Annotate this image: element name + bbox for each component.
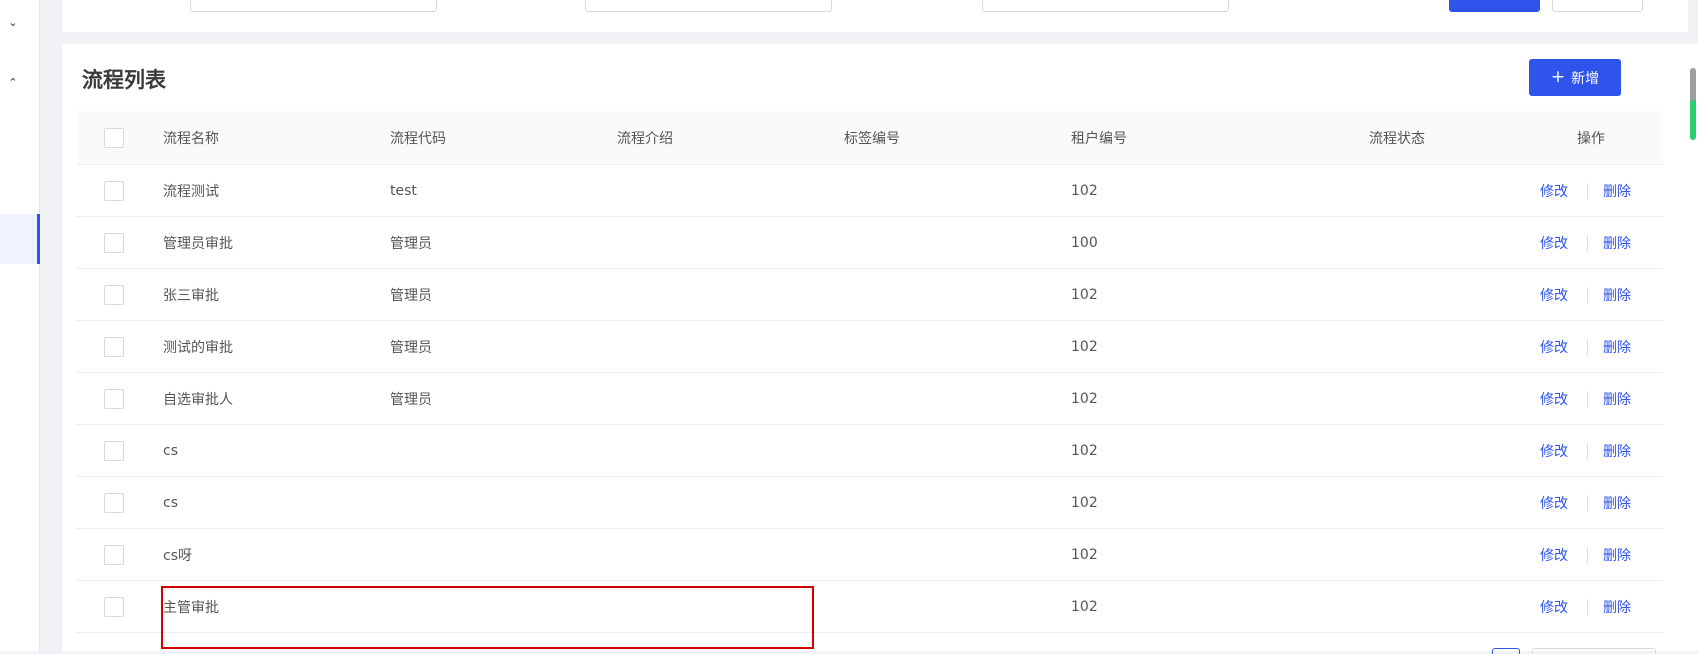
cell-name: cs呀 [163,547,192,564]
filter-bar [62,0,1688,32]
cell-tenant: 102 [1071,442,1098,459]
edit-link[interactable]: 修改 [1540,425,1568,476]
table-row: 自选审批人 管理员 102 修改 删除 [77,373,1663,425]
reset-button[interactable] [1552,0,1643,12]
table-row: cs呀 102 修改 删除 [77,529,1663,581]
column-header-tenant: 租户编号 [1071,130,1127,147]
pagination-size-select[interactable] [1532,648,1656,654]
delete-link[interactable]: 删除 [1603,529,1631,580]
table-row: 管理员审批 管理员 100 修改 删除 [77,217,1663,269]
cell-name: 管理员审批 [163,235,233,252]
process-table: 流程名称 流程代码 流程介绍 标签编号 租户编号 流程状态 操作 流程测试 te… [77,111,1663,633]
chevron-down-icon[interactable]: ⌄ [6,16,20,30]
cell-name: 测试的审批 [163,339,233,356]
cell-name: cs [163,494,178,511]
sidebar: ⌄ ⌃ [0,0,40,651]
row-checkbox[interactable] [104,284,124,305]
table-row: 主管审批 102 修改 删除 [77,581,1663,633]
cell-tenant: 102 [1071,546,1098,563]
cell-name: 自选审批人 [163,391,233,408]
delete-link[interactable]: 删除 [1603,373,1631,424]
column-header-intro: 流程介绍 [617,130,673,147]
column-header-tag: 标签编号 [844,130,900,147]
ops-divider [1587,494,1588,511]
delete-link[interactable]: 删除 [1603,425,1631,476]
chevron-up-icon[interactable]: ⌃ [6,76,20,90]
cell-tenant: 102 [1071,390,1098,407]
delete-link[interactable]: 删除 [1603,581,1631,632]
cell-name: 张三审批 [163,287,219,304]
row-checkbox[interactable] [104,336,124,357]
delete-link[interactable]: 删除 [1603,165,1631,216]
delete-link[interactable]: 删除 [1603,217,1631,268]
cell-code: test [390,182,417,199]
ops-divider [1587,598,1588,615]
edit-link[interactable]: 修改 [1540,165,1568,216]
cell-code: 管理员 [390,391,432,408]
page-title: 流程列表 [82,68,166,92]
add-button[interactable]: + 新增 [1529,59,1621,96]
column-header-code: 流程代码 [390,130,446,147]
column-header-ops: 操作 [1577,130,1605,147]
cell-tenant: 102 [1071,494,1098,511]
cell-code: 管理员 [390,287,432,304]
cell-name: 主管审批 [163,599,219,616]
ops-divider [1587,390,1588,407]
row-checkbox[interactable] [104,180,124,201]
select-all-checkbox[interactable] [104,127,124,148]
filter-input-1[interactable] [190,0,437,12]
cell-tenant: 102 [1071,338,1098,355]
cell-code: 管理员 [390,339,432,356]
row-checkbox[interactable] [104,492,124,513]
edit-link[interactable]: 修改 [1540,529,1568,580]
cell-tenant: 100 [1071,234,1098,251]
cell-name: cs [163,442,178,459]
cell-code: 管理员 [390,235,432,252]
filter-input-3[interactable] [982,0,1229,12]
cell-tenant: 102 [1071,286,1098,303]
row-checkbox[interactable] [104,596,124,617]
ops-divider [1587,338,1588,355]
edit-link[interactable]: 修改 [1540,581,1568,632]
ops-divider [1587,234,1588,251]
add-button-label: 新增 [1571,70,1600,87]
edit-link[interactable]: 修改 [1540,321,1568,372]
column-header-status: 流程状态 [1369,130,1425,147]
search-button[interactable] [1449,0,1540,12]
filter-input-2[interactable] [585,0,832,12]
edit-link[interactable]: 修改 [1540,373,1568,424]
scrollbar-thumb[interactable] [1690,68,1696,140]
ops-divider [1587,546,1588,563]
edit-link[interactable]: 修改 [1540,477,1568,528]
ops-divider [1587,286,1588,303]
cell-tenant: 102 [1071,182,1098,199]
plus-icon: + [1550,67,1566,87]
sidebar-active-item[interactable] [0,214,40,264]
ops-divider [1587,182,1588,199]
edit-link[interactable]: 修改 [1540,217,1568,268]
row-checkbox[interactable] [104,544,124,565]
column-header-name: 流程名称 [163,130,219,147]
delete-link[interactable]: 删除 [1603,477,1631,528]
ops-divider [1587,442,1588,459]
pagination-current-page[interactable] [1492,648,1520,654]
table-row: 张三审批 管理员 102 修改 删除 [77,269,1663,321]
row-checkbox[interactable] [104,388,124,409]
delete-link[interactable]: 删除 [1603,269,1631,320]
table-header: 流程名称 流程代码 流程介绍 标签编号 租户编号 流程状态 操作 [77,111,1663,165]
cell-name: 流程测试 [163,183,219,200]
cell-tenant: 102 [1071,598,1098,615]
row-checkbox[interactable] [104,440,124,461]
delete-link[interactable]: 删除 [1603,321,1631,372]
row-checkbox[interactable] [104,232,124,253]
process-list-card: 流程列表 + 新增 流程名称 流程代码 流程介绍 标签编号 租户编号 流程状态 … [62,44,1688,651]
table-row: 流程测试 test 102 修改 删除 [77,165,1663,217]
table-row: 测试的审批 管理员 102 修改 删除 [77,321,1663,373]
edit-link[interactable]: 修改 [1540,269,1568,320]
table-row: cs 102 修改 删除 [77,477,1663,529]
table-row: cs 102 修改 删除 [77,425,1663,477]
